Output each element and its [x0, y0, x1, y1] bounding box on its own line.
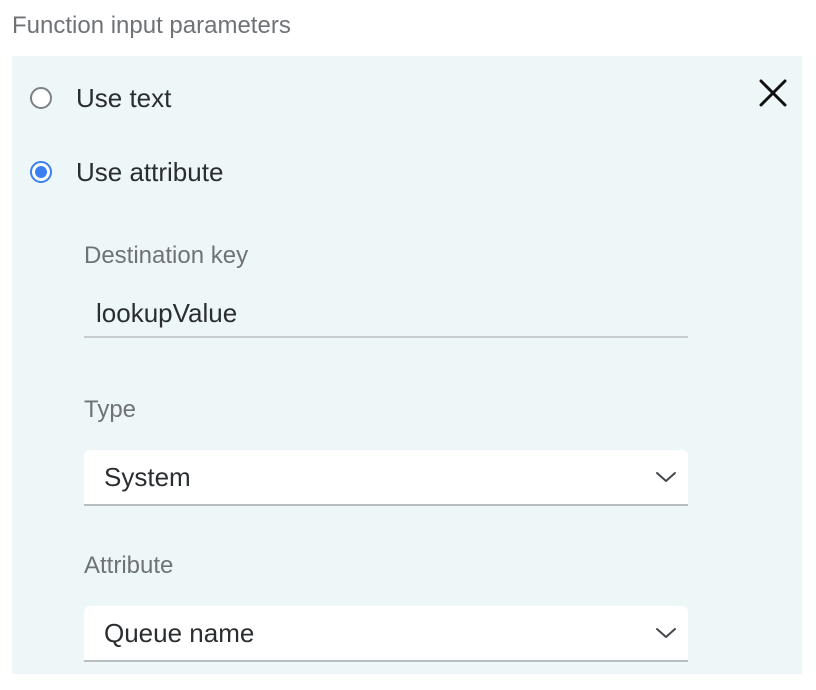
use-text-option[interactable]: Use text: [30, 82, 171, 114]
chevron-down-icon: [654, 621, 678, 645]
attribute-selected-value: Queue name: [104, 617, 255, 648]
chevron-down-icon: [654, 465, 678, 489]
type-select[interactable]: System: [84, 450, 688, 506]
type-selected-value: System: [104, 461, 191, 492]
section-label: Function input parameters: [12, 12, 291, 39]
parameter-panel: Use text Use attribute Destination key T…: [12, 56, 802, 674]
destination-key-label: Destination key: [84, 242, 249, 269]
use-text-radio[interactable]: [30, 87, 52, 109]
page: Function input parameters Use text Use a…: [0, 0, 816, 690]
attribute-label: Attribute: [84, 552, 174, 579]
close-button[interactable]: [756, 76, 790, 110]
destination-key-input[interactable]: [84, 290, 688, 338]
attribute-select[interactable]: Queue name: [84, 606, 688, 662]
use-attribute-option[interactable]: Use attribute: [30, 156, 223, 188]
use-attribute-radio[interactable]: [30, 161, 52, 183]
use-text-label: Use text: [76, 82, 172, 113]
close-icon: [759, 79, 787, 107]
type-label: Type: [84, 396, 137, 423]
use-attribute-label: Use attribute: [76, 156, 224, 187]
